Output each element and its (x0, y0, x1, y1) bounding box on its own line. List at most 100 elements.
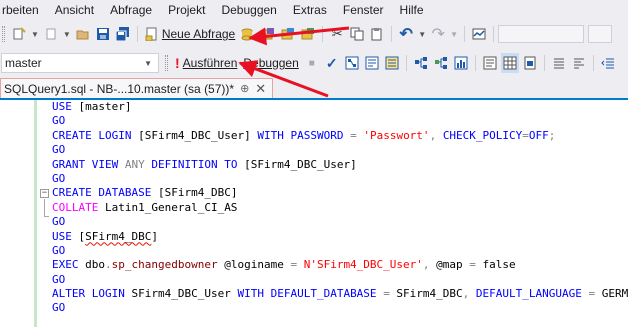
new-project-dropdown-icon[interactable]: ▼ (31, 30, 39, 39)
code-token: GO (52, 171, 66, 185)
redo-icon[interactable]: ↷ (429, 24, 447, 44)
comment-out-icon[interactable] (550, 53, 568, 73)
code-token: . (105, 258, 112, 272)
code-token: = (522, 128, 529, 142)
uncomment-icon[interactable] (570, 53, 588, 73)
code-token: DEFINITION (151, 157, 218, 171)
parse-icon[interactable]: ✓ (323, 53, 341, 73)
database-engine-query-icon[interactable] (239, 24, 257, 44)
undo-dropdown-icon[interactable]: ▼ (418, 30, 426, 39)
code-token: false (475, 258, 516, 272)
cut-icon[interactable]: ✂ (328, 24, 346, 44)
menu-item-debuggen[interactable]: Debuggen (213, 0, 284, 20)
code-token: TO (224, 157, 238, 171)
menu-item-ansicht[interactable]: Ansicht (47, 0, 102, 20)
toolbar-separator (464, 26, 466, 42)
save-icon[interactable] (94, 24, 112, 44)
toolbar-separator (391, 26, 393, 42)
standard-toolbar: ▼ ▼ Neue Abfrage ✂ ↶ ▼ ↷ ▼ (0, 22, 628, 46)
menu-bar: rbeiten Ansicht Abfrage Projekt Debuggen… (0, 0, 628, 20)
copy-icon[interactable] (348, 24, 366, 44)
toolbar-separator (493, 26, 495, 42)
code-token: GO (52, 114, 66, 128)
code-token: PASSWORD (290, 128, 344, 142)
code-token: ] (151, 229, 158, 243)
intellisense-icon[interactable] (383, 53, 401, 73)
tab-title: SQLQuery1.sql - NB-...10.master (sa (57)… (4, 81, 235, 96)
new-file-dropdown-icon[interactable]: ▼ (63, 30, 71, 39)
code-token: GO (52, 272, 66, 286)
close-icon[interactable]: ✕ (255, 81, 266, 97)
code-line: GO (52, 301, 628, 315)
code-token: Latin1_General_CI_AS (98, 200, 238, 214)
results-to-grid-icon[interactable] (500, 53, 519, 73)
menu-item-fenster[interactable]: Fenster (335, 0, 392, 20)
code-token: = (469, 258, 476, 272)
code-token: DEFAULT_LANGUAGE (475, 287, 582, 301)
code-line: GO (52, 172, 628, 186)
display-estimated-plan-icon[interactable] (343, 53, 361, 73)
redo-dropdown-icon[interactable]: ▼ (450, 30, 458, 39)
results-to-text-icon[interactable] (481, 53, 499, 73)
results-to-file-icon[interactable] (521, 53, 539, 73)
new-file-icon[interactable] (42, 24, 60, 44)
toolbar-grip[interactable] (165, 55, 168, 71)
code-line: COLLATE Latin1_General_CI_AS (52, 201, 628, 215)
change-indicator-bar (34, 100, 37, 327)
toolbar-separator (136, 26, 138, 42)
editor-margin (0, 100, 29, 333)
cancel-query-icon[interactable]: ■ (303, 53, 321, 73)
code-token: WITH (237, 287, 264, 301)
menu-item-abfrage[interactable]: Abfrage (102, 0, 160, 20)
code-token: USE (52, 100, 72, 113)
menu-item-bearbeiten[interactable]: rbeiten (0, 0, 47, 20)
collapse-icon[interactable]: − (40, 189, 49, 198)
code-line: GO (52, 143, 628, 157)
menu-item-hilfe[interactable]: Hilfe (392, 0, 432, 20)
paste-icon[interactable] (368, 24, 386, 44)
pin-icon[interactable]: ⊕ (240, 82, 249, 95)
code-token: = (383, 287, 390, 301)
menu-item-extras[interactable]: Extras (285, 0, 335, 20)
code-token: COLLATE (52, 200, 99, 214)
tab-sqlquery1[interactable]: SQLQuery1.sql - NB-...10.master (sa (57)… (0, 78, 274, 98)
menu-item-projekt[interactable]: Projekt (160, 0, 213, 20)
open-file-icon[interactable] (74, 24, 92, 44)
include-actual-plan-icon[interactable] (412, 53, 430, 73)
client-statistics-icon[interactable] (452, 53, 470, 73)
code-token: DATABASE (98, 186, 152, 200)
sql-editor-toolbar: master ▼ ! Ausführen Debuggen ■ ✓ (0, 51, 628, 75)
query-options-icon[interactable] (363, 53, 381, 73)
code-token: LOGIN (91, 287, 125, 301)
activity-monitor-icon[interactable] (470, 24, 488, 44)
new-project-icon[interactable] (10, 24, 28, 44)
solution-config-combo[interactable] (498, 25, 585, 43)
toolbar-separator (543, 55, 545, 71)
execute-button[interactable]: ! Ausführen (172, 53, 240, 73)
live-query-statistics-icon[interactable] (432, 53, 450, 73)
code-line: CREATE DATABASE [SFirm4_DBC] (52, 186, 628, 200)
save-all-icon[interactable] (114, 24, 132, 44)
code-token: DEFAULT_DATABASE (270, 287, 377, 301)
decrease-indent-icon[interactable] (599, 53, 617, 73)
code-token: [SFirm4_DBC_User] (237, 157, 357, 171)
debug-button[interactable]: Debuggen (240, 53, 301, 73)
toolbar-grip[interactable] (2, 26, 5, 42)
undo-icon[interactable]: ↶ (397, 24, 415, 44)
analysis-dmx-query-icon[interactable] (279, 24, 297, 44)
solution-platform-combo[interactable] (588, 25, 613, 43)
outline-end (44, 216, 49, 217)
code-line: GRANT VIEW ANY DEFINITION TO [SFirm4_DBC… (52, 158, 628, 172)
execute-label: Ausführen (182, 56, 238, 70)
code-token: CHECK_POLICY (442, 128, 523, 142)
analysis-xmla-query-icon[interactable] (299, 24, 317, 44)
query-editor[interactable]: − USE [master] GO CREATE LOGIN [SFirm4_DBC… (0, 100, 628, 333)
execute-icon: ! (175, 55, 180, 71)
new-query-button[interactable]: Neue Abfrage (142, 24, 238, 44)
code-line: GO (52, 215, 628, 229)
available-databases-combo[interactable]: master ▼ (1, 53, 159, 73)
analysis-mdx-query-icon[interactable] (259, 24, 277, 44)
code-token: [SFirm4_DBC] (151, 186, 238, 200)
toolbar-separator (474, 55, 476, 71)
code-token: ; (548, 128, 556, 142)
